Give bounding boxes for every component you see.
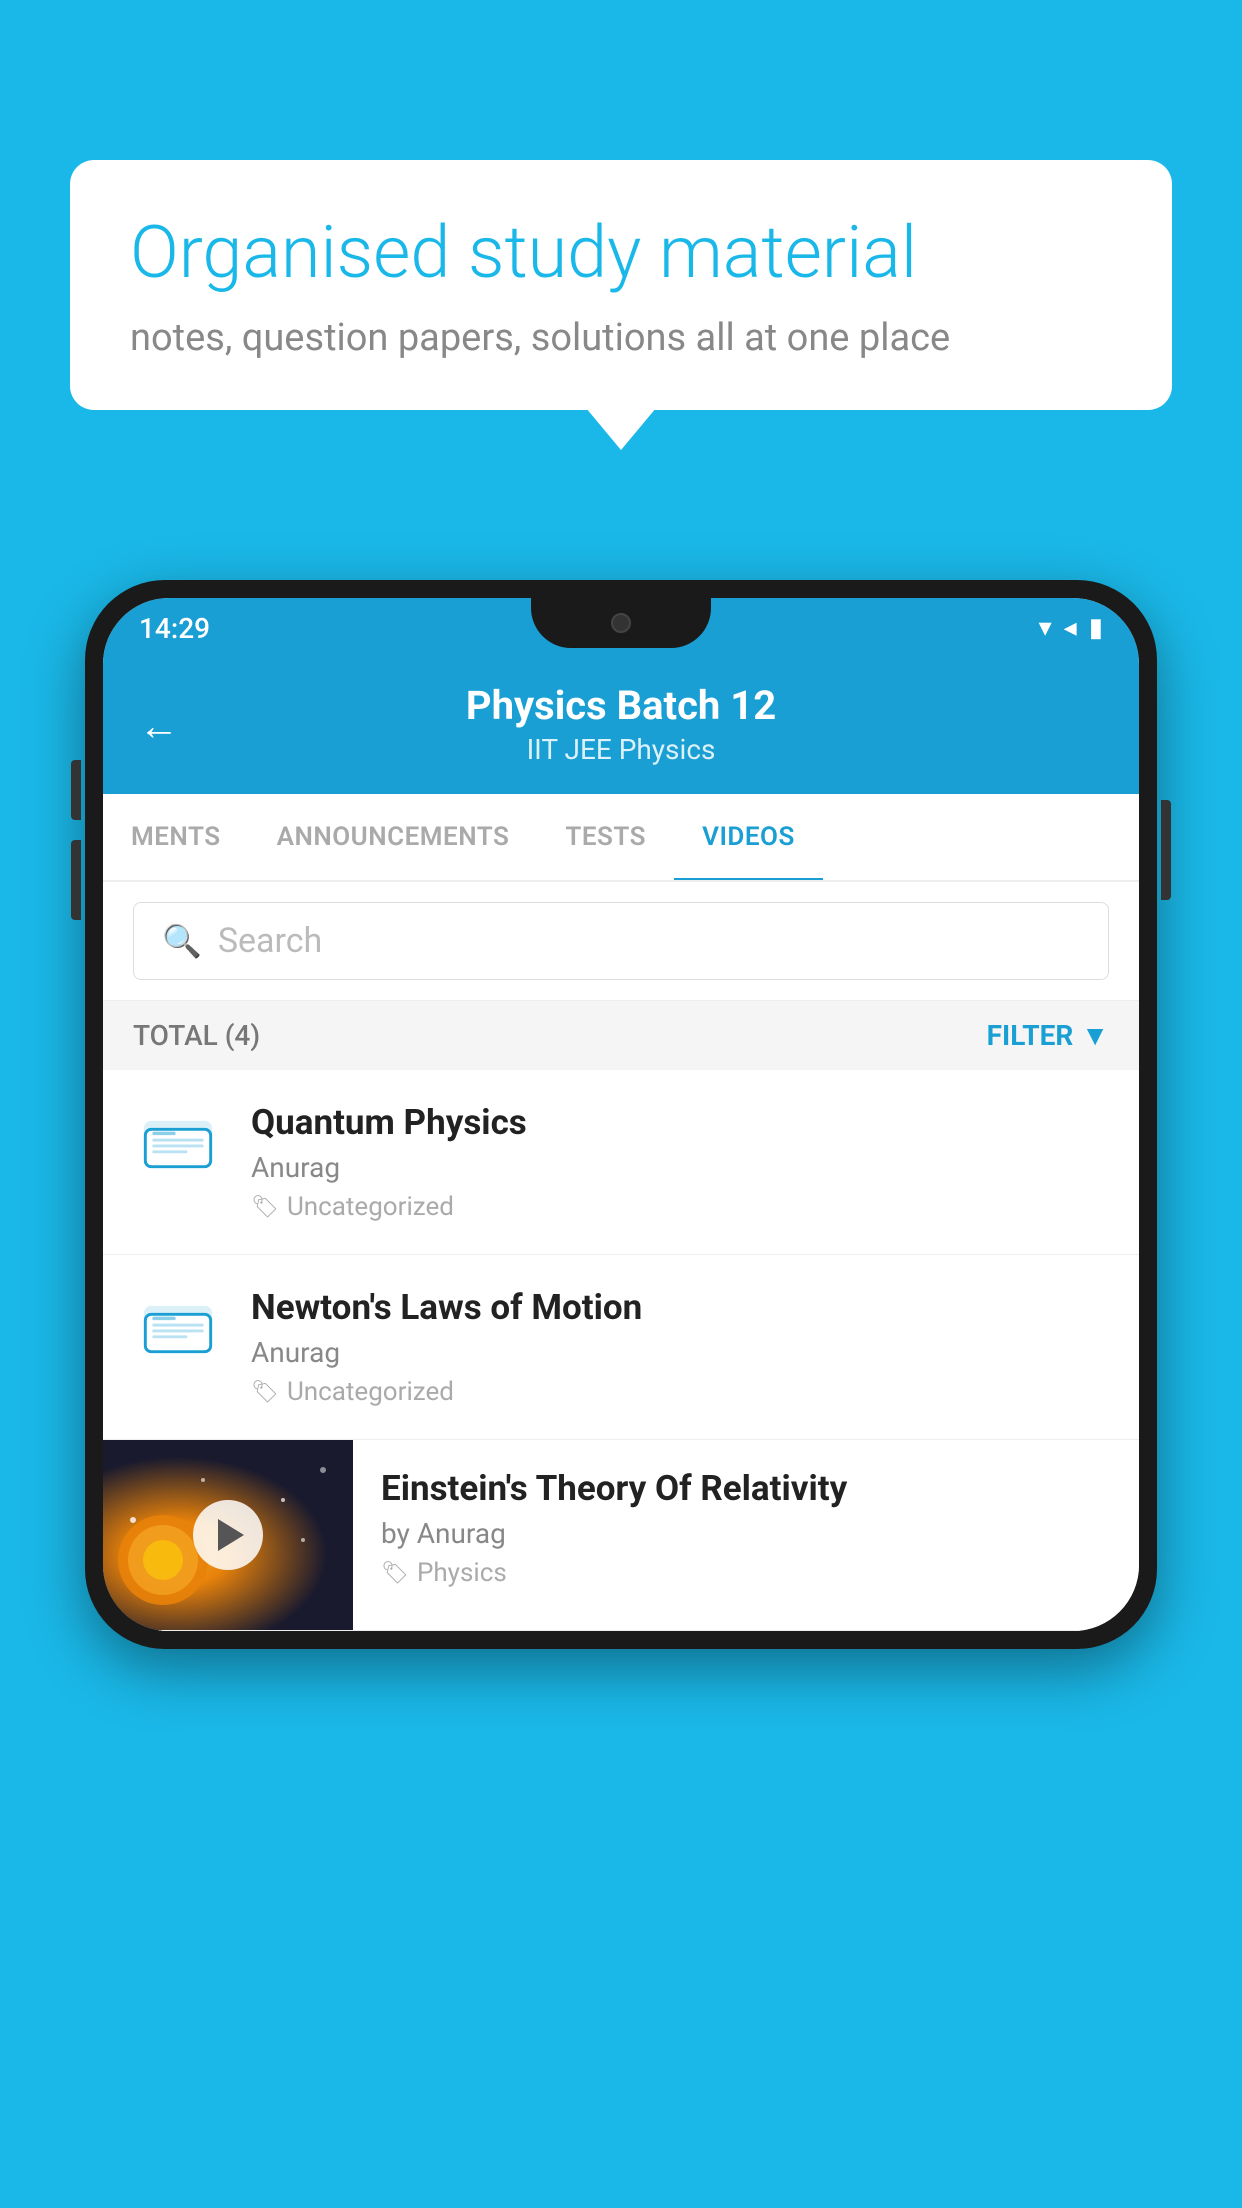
tab-ments[interactable]: MENTS (103, 794, 249, 880)
video-title-einstein: Einstein's Theory Of Relativity (381, 1468, 1111, 1509)
notch (531, 598, 711, 648)
video-author-quantum: Anurag (251, 1151, 1109, 1184)
video-item-newtons-laws[interactable]: Newton's Laws of Motion Anurag 🏷 Uncateg… (103, 1255, 1139, 1440)
tab-announcements[interactable]: ANNOUNCEMENTS (249, 794, 538, 880)
camera-notch (611, 613, 631, 633)
volume-down-button (71, 840, 81, 920)
tab-tests[interactable]: TESTS (537, 794, 674, 880)
bubble-title: Organised study material (130, 210, 1112, 296)
filter-label: FILTER (987, 1019, 1074, 1052)
video-info-quantum: Quantum Physics Anurag 🏷 Uncategorized (251, 1102, 1109, 1222)
search-placeholder: Search (218, 921, 322, 961)
tag-icon-newton: 🏷 (251, 1380, 279, 1405)
bubble-subtitle: notes, question papers, solutions all at… (130, 316, 1112, 360)
tag-label-einstein: Physics (417, 1558, 507, 1588)
video-item-einstein[interactable]: Einstein's Theory Of Relativity by Anura… (103, 1440, 1139, 1631)
tabs-container: MENTS ANNOUNCEMENTS TESTS VIDEOS (103, 794, 1139, 882)
search-box[interactable]: 🔍 Search (133, 902, 1109, 980)
video-info-einstein: Einstein's Theory Of Relativity by Anura… (353, 1440, 1139, 1616)
total-count-label: TOTAL (4) (133, 1019, 260, 1052)
video-tag-einstein: 🏷 Physics (381, 1558, 1111, 1588)
phone-wrapper: 14:29 ▾ ◂ ▮ ← Physics Batch 12 IIT JEE P… (85, 580, 1157, 2208)
phone-screen: 14:29 ▾ ◂ ▮ ← Physics Batch 12 IIT JEE P… (103, 598, 1139, 1631)
video-tag-quantum: 🏷 Uncategorized (251, 1192, 1109, 1222)
tag-label-newton: Uncategorized (287, 1377, 454, 1407)
video-author-einstein: by Anurag (381, 1517, 1111, 1550)
battery-icon: ▮ (1089, 613, 1103, 643)
header-title: Physics Batch 12 (139, 682, 1103, 729)
play-button-einstein[interactable] (193, 1500, 263, 1570)
video-title-newton: Newton's Laws of Motion (251, 1287, 1109, 1328)
speech-bubble-container: Organised study material notes, question… (70, 160, 1172, 410)
video-author-newton: Anurag (251, 1336, 1109, 1369)
filter-bar: TOTAL (4) FILTER ▼ (103, 1001, 1139, 1070)
app-header: ← Physics Batch 12 IIT JEE Physics (103, 658, 1139, 794)
video-item-quantum-physics[interactable]: Quantum Physics Anurag 🏷 Uncategorized (103, 1070, 1139, 1255)
tab-videos[interactable]: VIDEOS (674, 794, 823, 880)
video-list: Quantum Physics Anurag 🏷 Uncategorized (103, 1070, 1139, 1631)
video-title-quantum: Quantum Physics (251, 1102, 1109, 1143)
status-time: 14:29 (139, 612, 210, 645)
volume-up-button (71, 760, 81, 820)
search-container: 🔍 Search (103, 882, 1139, 1001)
play-triangle-icon (218, 1519, 244, 1551)
back-button[interactable]: ← (139, 703, 179, 750)
power-button (1161, 800, 1171, 900)
video-icon-newton (133, 1291, 223, 1361)
search-icon: 🔍 (162, 922, 202, 960)
video-info-newton: Newton's Laws of Motion Anurag 🏷 Uncateg… (251, 1287, 1109, 1407)
video-thumbnail-einstein (103, 1440, 353, 1630)
signal-icon: ◂ (1064, 613, 1077, 643)
wifi-icon: ▾ (1039, 613, 1052, 643)
video-icon-quantum (133, 1106, 223, 1176)
speech-bubble: Organised study material notes, question… (70, 160, 1172, 410)
status-bar: 14:29 ▾ ◂ ▮ (103, 598, 1139, 658)
status-icons: ▾ ◂ ▮ (1039, 613, 1103, 643)
filter-button[interactable]: FILTER ▼ (987, 1019, 1109, 1052)
phone-outer: 14:29 ▾ ◂ ▮ ← Physics Batch 12 IIT JEE P… (85, 580, 1157, 1649)
tag-icon-einstein: 🏷 (381, 1561, 409, 1586)
tag-icon-quantum: 🏷 (251, 1195, 279, 1220)
header-subtitle: IIT JEE Physics (139, 733, 1103, 766)
video-tag-newton: 🏷 Uncategorized (251, 1377, 1109, 1407)
filter-icon: ▼ (1081, 1019, 1109, 1052)
tag-label-quantum: Uncategorized (287, 1192, 454, 1222)
